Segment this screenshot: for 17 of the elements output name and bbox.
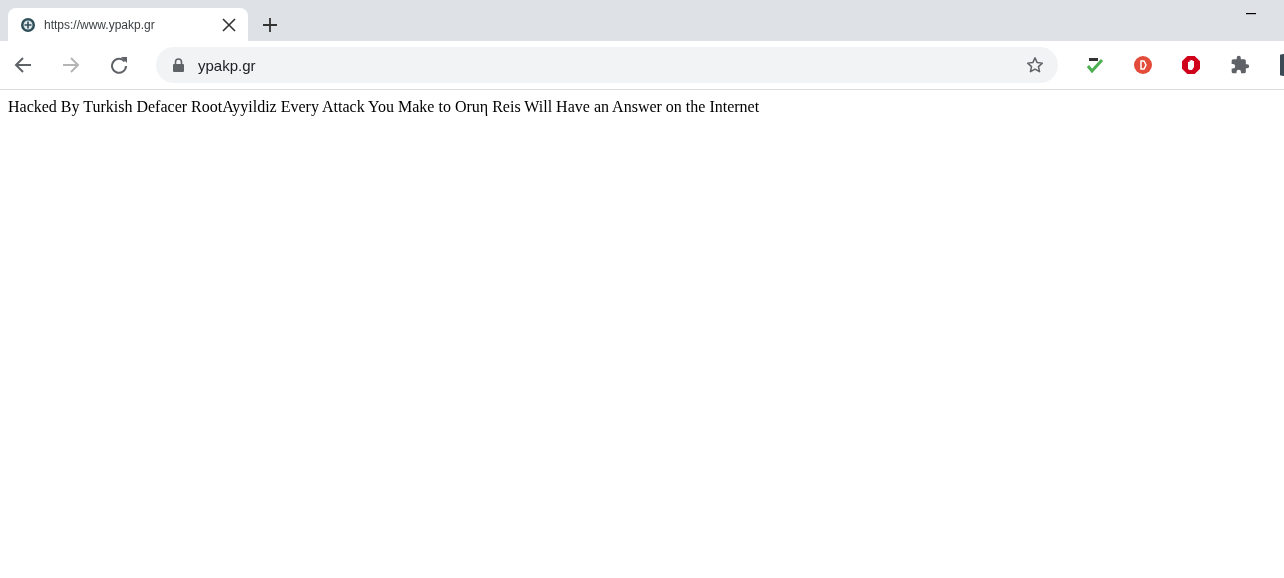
browser-tab[interactable]: https://www.ypakp.gr: [8, 8, 248, 41]
back-icon[interactable]: [14, 56, 32, 74]
tab-title: https://www.ypakp.gr: [44, 17, 156, 32]
extension-icon[interactable]: [1134, 56, 1152, 74]
page-text: Hacked By Turkish Defacer RootAyyildiz Every Attack You Make to Oruη Reis Will Have an Answer on the Internet: [8, 98, 761, 116]
new-tab-icon[interactable]: [262, 17, 278, 33]
url-text: ypakp.gr: [198, 56, 256, 74]
checkmark-icon[interactable]: [1086, 57, 1104, 73]
puzzle-icon[interactable]: [1230, 55, 1250, 75]
avatar-icon[interactable]: [1280, 54, 1284, 76]
address-bar[interactable]: ypakp.gr: [156, 47, 1058, 83]
star-icon[interactable]: [1026, 56, 1044, 74]
close-icon[interactable]: [222, 17, 236, 32]
minimize-icon[interactable]: [1246, 13, 1256, 15]
reload-icon[interactable]: [110, 56, 128, 74]
emblem-icon: [20, 16, 36, 33]
stop-hand-icon[interactable]: [1182, 56, 1200, 74]
